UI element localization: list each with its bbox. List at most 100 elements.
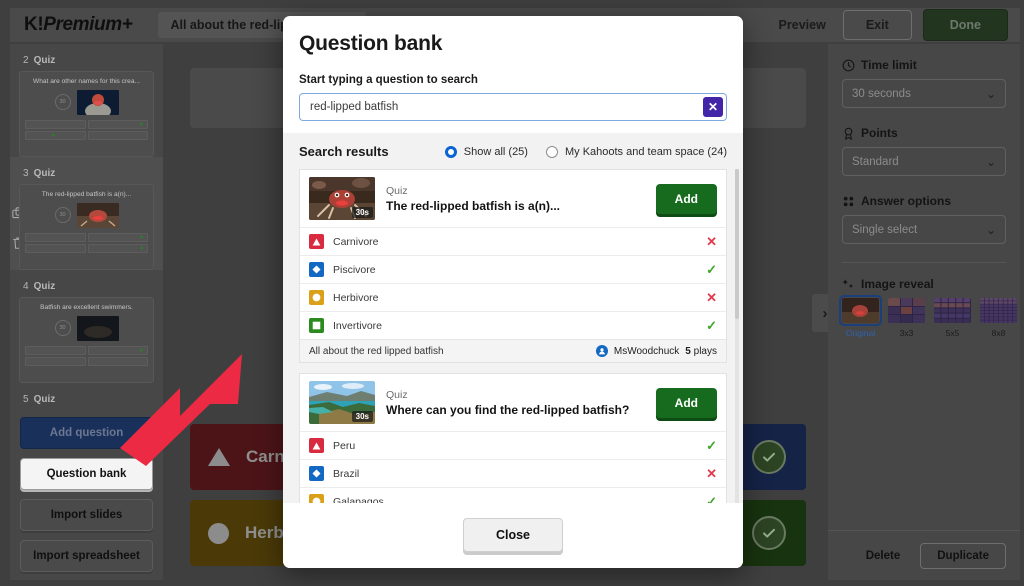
import-slides-button[interactable]: Import slides: [20, 499, 153, 531]
filter-show-all[interactable]: Show all (25): [444, 145, 528, 158]
answer-options-select[interactable]: Single select ⌄: [842, 215, 1006, 244]
result-option-row: Galapagos ✓: [300, 487, 726, 503]
preview-button[interactable]: Preview: [773, 14, 832, 36]
time-limit-value: 30 seconds: [852, 87, 911, 100]
question-bank-modal: Question bank Start typing a question to…: [283, 16, 743, 568]
option-wrong-icon: ✕: [706, 234, 717, 249]
modal-header: Question bank Start typing a question to…: [283, 16, 743, 121]
image-reveal-label-text: Image reveal: [861, 277, 934, 291]
slide-media-row: 30: [25, 315, 148, 341]
image-reveal-option-original[interactable]: Original: [839, 295, 882, 338]
slide-timer: 30: [54, 207, 71, 224]
search-input[interactable]: [299, 93, 727, 121]
author-name: MsWoodchuck: [613, 345, 680, 357]
image-reveal-option-3x3[interactable]: 3x3: [888, 298, 925, 338]
divider: [842, 262, 1006, 263]
search-results-title: Search results: [299, 144, 389, 159]
option-text: Galapagos: [333, 495, 384, 504]
slide-type: Quiz: [33, 281, 56, 292]
slide-item-2[interactable]: 2 Quiz What are other names for this crea…: [10, 44, 163, 157]
reveal-thumb-3x3-icon: [888, 298, 925, 323]
chevron-down-icon: ⌄: [985, 86, 996, 101]
diamond-icon: [309, 466, 324, 481]
result-option-row: Piscivore ✓: [300, 255, 726, 283]
slide-thumbnail-image: [76, 202, 119, 228]
image-reveal-option-5x5[interactable]: 5x5: [934, 298, 971, 338]
done-button[interactable]: Done: [922, 9, 1008, 41]
circle-icon: [208, 522, 229, 544]
slide-item-3[interactable]: 3 Quiz The red-lipped batfish is a(n)... …: [10, 157, 163, 270]
option-correct-icon: ✓: [706, 318, 717, 333]
answer-options-label-text: Answer options: [861, 194, 952, 208]
filter-my-kahoots[interactable]: My Kahoots and team space (24): [545, 145, 727, 158]
slide-number: 5: [23, 394, 29, 405]
results-filter-group: Show all (25) My Kahoots and team space …: [444, 145, 727, 158]
modal-footer: Close: [283, 503, 743, 568]
result-footer: All about the red lipped batfish MsWoodc…: [300, 339, 726, 362]
slide-number: 2: [23, 55, 29, 66]
answer-options-label: Answer options: [842, 194, 1006, 208]
add-question-to-kahoot-button[interactable]: Add: [655, 387, 717, 418]
import-spreadsheet-button[interactable]: Import spreadsheet: [20, 540, 153, 572]
option-correct-icon: ✓: [706, 262, 717, 277]
option-correct-icon: ✓: [706, 438, 717, 453]
slides-sidebar[interactable]: 2 Quiz What are other names for this crea…: [10, 44, 163, 580]
radio-icon: [444, 145, 457, 158]
correct-toggle[interactable]: [752, 516, 786, 550]
image-reveal-options: Original 3x3 5x5 8x8: [839, 295, 1017, 338]
slide-media-row: 30: [25, 202, 148, 228]
chevron-down-icon: ⌄: [985, 154, 996, 169]
slide-number: 4: [23, 281, 29, 292]
reveal-thumb-5x5-icon: [934, 298, 971, 323]
correct-toggle[interactable]: [752, 440, 786, 474]
logo-k: K!: [24, 14, 44, 35]
reveal-thumb-8x8-icon: [980, 298, 1017, 323]
result-meta: Quiz The red-lipped batfish is a(n)...: [386, 185, 645, 213]
radio-icon: [545, 145, 558, 158]
slide-footer-actions: Delete Duplicate: [828, 530, 1020, 580]
clear-search-icon[interactable]: ✕: [703, 97, 723, 117]
points-select[interactable]: Standard ⌄: [842, 147, 1006, 176]
points-value: Standard: [852, 155, 899, 168]
time-limit-select[interactable]: 30 seconds ⌄: [842, 79, 1006, 108]
slide-header: 3 Quiz: [23, 168, 154, 179]
duplicate-button[interactable]: Duplicate: [920, 542, 1006, 569]
search-label: Start typing a question to search: [299, 74, 478, 86]
search-result-item[interactable]: 30s Quiz Where can you find the red-lipp…: [299, 373, 727, 503]
result-question: The red-lipped batfish is a(n)...: [386, 198, 561, 213]
search-results-list[interactable]: 30s Quiz The red-lipped batfish is a(n).…: [283, 169, 743, 503]
answer-options-value: Single select: [852, 223, 918, 236]
option-correct-icon: ✓: [706, 494, 717, 503]
slide-preview-card[interactable]: The red-lipped batfish is a(n)... 30: [19, 184, 154, 270]
delete-button[interactable]: Delete: [858, 545, 909, 567]
annotation-arrow-icon: [120, 354, 242, 466]
medal-icon: [844, 127, 853, 140]
slide-answer-1: [25, 232, 86, 242]
search-results-header: Search results Show all (25) My Kahoots …: [283, 133, 743, 169]
option-text: Carnivore: [333, 235, 379, 248]
result-option-row: Peru ✓: [300, 431, 726, 459]
scrollbar-thumb[interactable]: [735, 169, 739, 319]
search-result-item[interactable]: 30s Quiz The red-lipped batfish is a(n).…: [299, 169, 727, 363]
plays-number: 5: [685, 345, 691, 357]
result-meta: Quiz Where can you find the red-lipped b…: [386, 389, 645, 417]
slide-type: Quiz: [33, 55, 56, 66]
slide-preview-card[interactable]: What are other names for this crea... 30: [19, 71, 154, 157]
result-option-row: Brazil ✕: [300, 459, 726, 487]
slide-answer-2: [87, 232, 148, 242]
image-reveal-caption: 5x5: [945, 328, 960, 338]
plays-count: 5 plays: [685, 346, 717, 357]
dots-icon: [843, 196, 854, 206]
plays-word: plays: [693, 345, 717, 357]
image-reveal-option-8x8[interactable]: 8x8: [980, 298, 1017, 338]
exit-button[interactable]: Exit: [842, 10, 912, 40]
option-text: Peru: [333, 439, 356, 452]
add-question-to-kahoot-button[interactable]: Add: [655, 183, 717, 214]
slide-type: Quiz: [33, 394, 56, 405]
source-kahoot-name: All about the red lipped batfish: [309, 345, 444, 357]
circle-icon: [309, 494, 324, 503]
close-button[interactable]: Close: [462, 518, 564, 552]
time-badge: 30s: [351, 207, 373, 218]
kahoot-logo: K!Premium+: [24, 14, 133, 36]
logo-premium: Premium+: [43, 14, 133, 35]
